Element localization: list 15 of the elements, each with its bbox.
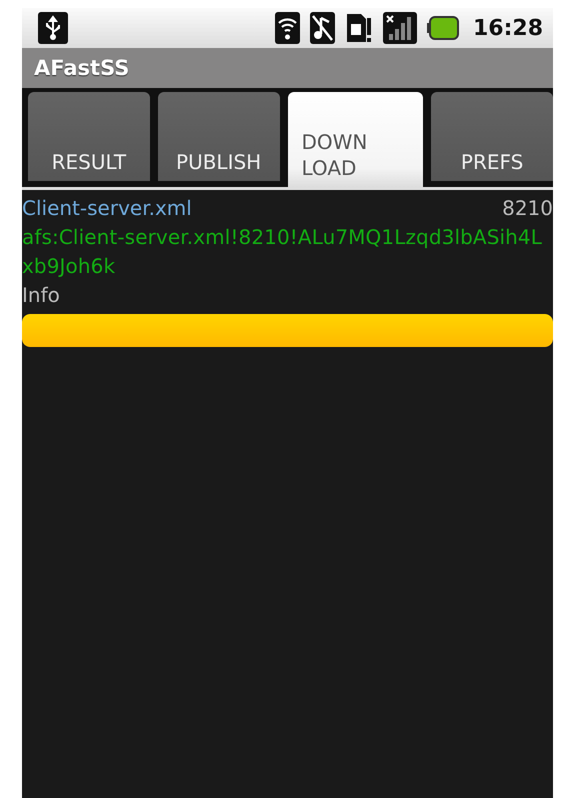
tab[interactable]: PUBLISH [158,92,280,181]
muted-music-icon [310,12,335,44]
usb-icon [38,12,68,44]
tab[interactable]: DOWN LOAD [288,92,424,187]
window-title: AFastSS [34,56,130,80]
tab[interactable]: PREFS [431,92,553,181]
clock-time: 16:28 [472,16,543,40]
file-name: Client-server.xml [22,195,192,222]
info-label: Info [22,283,60,307]
file-size: 8210 [502,195,553,222]
tab[interactable]: RESULT [28,92,150,181]
wifi-icon [274,12,300,44]
battery-icon [426,16,459,40]
sim-alert-icon [344,12,373,44]
no-signal-icon [382,12,417,44]
